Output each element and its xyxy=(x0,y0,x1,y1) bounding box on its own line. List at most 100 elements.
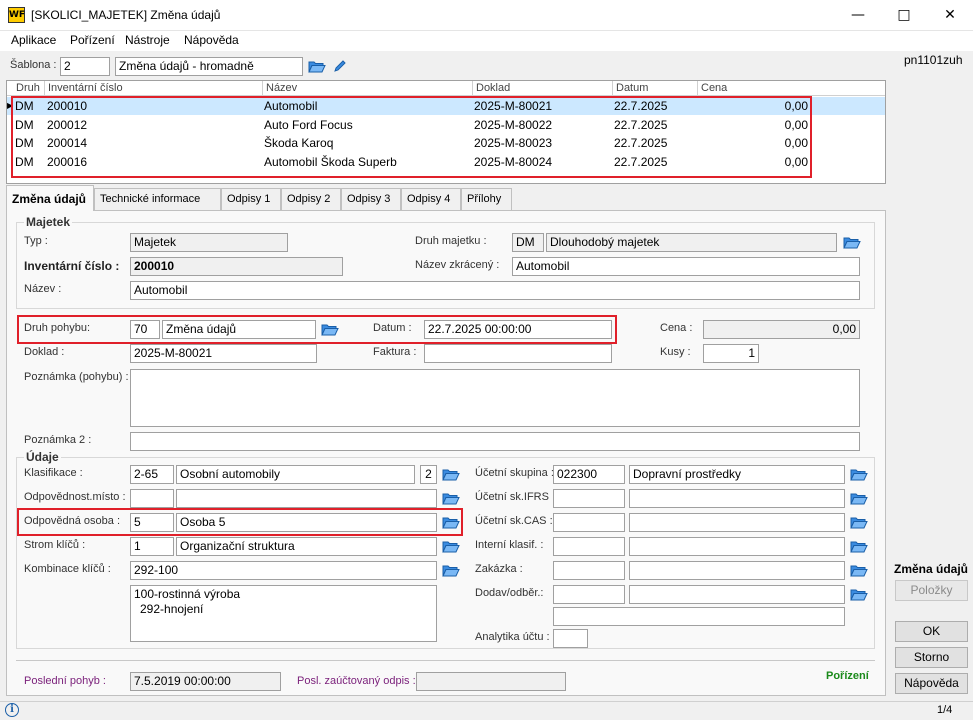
folder-open-icon[interactable] xyxy=(442,467,460,482)
grid-col-separator xyxy=(697,81,698,96)
tab-technicke-informace[interactable]: Technické informace xyxy=(94,188,221,210)
tab-odpisy-3[interactable]: Odpisy 3 xyxy=(341,188,401,210)
kombinace-line-2: 292-hnojení xyxy=(140,602,204,616)
grid-col-druh[interactable]: Druh xyxy=(16,82,40,94)
ucetni-skupina-name[interactable]: Dopravní prostředky xyxy=(629,465,845,484)
grid-col-datum[interactable]: Datum xyxy=(616,82,648,94)
nazev-zkraceny-field[interactable]: Automobil xyxy=(512,257,860,276)
dodav-odber-name[interactable] xyxy=(629,585,845,604)
strom-klicu-name[interactable]: Organizační struktura xyxy=(176,537,437,556)
folder-open-icon[interactable] xyxy=(442,539,460,554)
folder-open-icon[interactable] xyxy=(442,563,460,578)
interni-klasif-code[interactable] xyxy=(553,537,625,556)
info-icon[interactable]: i xyxy=(5,703,19,717)
grid-col-doklad[interactable]: Doklad xyxy=(476,82,510,94)
grid-col-inv[interactable]: Inventární číslo xyxy=(48,82,123,94)
footer-divider xyxy=(16,660,875,661)
tab-zmena-udaju[interactable]: Změna údajů xyxy=(6,185,94,211)
odpovednost-misto-name[interactable] xyxy=(176,489,437,508)
analytika-field[interactable] xyxy=(553,629,588,648)
menu-porizeni[interactable]: Pořízení xyxy=(70,33,115,47)
ucetni-ifrs-name[interactable] xyxy=(629,489,845,508)
ucetni-skupina-code[interactable]: 022300 xyxy=(553,465,625,484)
menu-napoveda[interactable]: Nápověda xyxy=(184,33,239,47)
napoveda-button[interactable]: Nápověda xyxy=(895,673,968,694)
porizeni-mode: Pořízení xyxy=(826,670,869,682)
close-icon[interactable]: ✕ xyxy=(927,0,973,31)
template-code-input[interactable]: 2 xyxy=(60,57,110,76)
ucetni-cas-name[interactable] xyxy=(629,513,845,532)
folder-open-icon[interactable] xyxy=(308,59,326,74)
tab-odpisy-2[interactable]: Odpisy 2 xyxy=(281,188,341,210)
dodav-odber-detail[interactable] xyxy=(553,607,845,626)
tab-prilohy[interactable]: Přílohy xyxy=(461,188,512,210)
poznamka2-label: Poznámka 2 : xyxy=(24,434,92,446)
cena-label: Cena : xyxy=(660,322,693,334)
poznamka2-field[interactable] xyxy=(130,432,860,451)
typ-field: Majetek xyxy=(130,233,288,252)
highlight-druh-pohybu xyxy=(17,315,617,344)
grid-col-separator xyxy=(262,81,263,96)
grid-col-cena[interactable]: Cena xyxy=(701,82,727,94)
window-title: [SKOLICI_MAJETEK] Změna údajů xyxy=(31,8,221,22)
zakazka-label: Zakázka : xyxy=(475,563,523,575)
app-logo: WF xyxy=(8,7,25,23)
druh-majetku-name: Dlouhodobý majetek xyxy=(546,233,837,252)
menu-aplikace[interactable]: Aplikace xyxy=(11,33,56,47)
zakazka-name[interactable] xyxy=(629,561,845,580)
posl-odpis-label: Posl. zaúčtovaný odpis : xyxy=(297,675,416,687)
template-label: Šablona : xyxy=(10,59,57,71)
ok-button[interactable]: OK xyxy=(895,621,968,642)
kombinace-klicu-field[interactable]: 292-100 xyxy=(130,561,437,580)
folder-open-icon[interactable] xyxy=(850,515,868,530)
doklad-label: Doklad : xyxy=(24,346,65,358)
druh-majetku-code: DM xyxy=(512,233,544,252)
strom-klicu-code[interactable]: 1 xyxy=(130,537,174,556)
ucetni-cas-label: Účetní sk.CAS : xyxy=(475,515,553,527)
poznamka-textarea[interactable] xyxy=(130,369,860,427)
udaje-group-title: Údaje xyxy=(24,450,61,464)
tab-odpisy-4[interactable]: Odpisy 4 xyxy=(401,188,461,210)
menu-nastroje[interactable]: Nástroje xyxy=(125,33,170,47)
grid-col-nazev[interactable]: Název xyxy=(266,82,297,94)
folder-open-icon[interactable] xyxy=(843,235,861,250)
klasifikace-num[interactable]: 2 xyxy=(420,465,437,484)
template-name-input[interactable]: Změna údajů - hromadně xyxy=(115,57,303,76)
typ-label: Typ : xyxy=(24,235,48,247)
storno-button[interactable]: Storno xyxy=(895,647,968,668)
pencil-icon[interactable] xyxy=(333,59,347,73)
faktura-field[interactable] xyxy=(424,344,612,363)
ucetni-ifrs-code[interactable] xyxy=(553,489,625,508)
ucetni-skupina-label: Účetní skupina : xyxy=(475,467,554,479)
highlight-odpovedna-osoba xyxy=(17,508,463,536)
polozky-button[interactable]: Položky xyxy=(895,580,968,601)
klasifikace-name[interactable]: Osobní automobily xyxy=(176,465,415,484)
klasifikace-code[interactable]: 2-65 xyxy=(130,465,174,484)
odpovednost-misto-label: Odpovědnost.místo : xyxy=(24,491,126,503)
kusy-field[interactable]: 1 xyxy=(703,344,759,363)
doklad-field[interactable]: 2025-M-80021 xyxy=(130,344,317,363)
folder-open-icon[interactable] xyxy=(850,539,868,554)
maximize-icon[interactable]: □ xyxy=(881,0,927,31)
folder-open-icon[interactable] xyxy=(850,587,868,602)
druh-majetku-label: Druh majetku : xyxy=(415,235,487,247)
ucetni-cas-code[interactable] xyxy=(553,513,625,532)
analytika-label: Analytika účtu : xyxy=(475,631,550,643)
kombinace-klicu-text[interactable]: 100-rostinná výroba 292-hnojení xyxy=(130,585,437,642)
inv-cislo-label: Inventární číslo : xyxy=(24,259,120,273)
minimize-icon[interactable]: — xyxy=(835,0,881,31)
folder-open-icon[interactable] xyxy=(442,491,460,506)
posl-odpis-field xyxy=(416,672,566,691)
interni-klasif-name[interactable] xyxy=(629,537,845,556)
odpovednost-misto-code[interactable] xyxy=(130,489,174,508)
zakazka-code[interactable] xyxy=(553,561,625,580)
nazev-label: Název : xyxy=(24,283,62,295)
folder-open-icon[interactable] xyxy=(850,491,868,506)
folder-open-icon[interactable] xyxy=(850,467,868,482)
ucetni-ifrs-label: Účetní sk.IFRS : xyxy=(475,491,556,503)
folder-open-icon[interactable] xyxy=(850,563,868,578)
tab-odpisy-1[interactable]: Odpisy 1 xyxy=(221,188,281,210)
dodav-odber-code[interactable] xyxy=(553,585,625,604)
highlight-rows xyxy=(11,96,812,178)
nazev-field[interactable]: Automobil xyxy=(130,281,860,300)
